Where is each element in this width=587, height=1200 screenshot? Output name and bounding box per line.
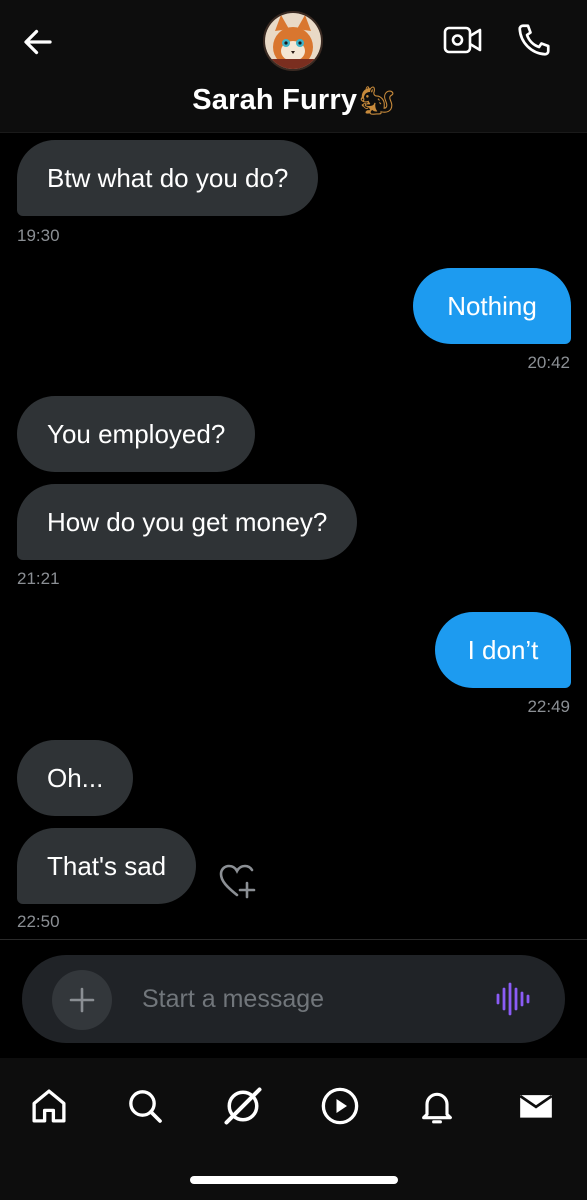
contact-title[interactable]: Sarah Furry 🐿: [0, 80, 587, 120]
arrow-left-icon: [24, 29, 52, 55]
message-bubble-incoming[interactable]: How do you get money?: [17, 484, 358, 560]
message-timestamp: 22:49: [527, 697, 570, 716]
phone-icon: [518, 24, 550, 56]
grok-icon: [224, 1087, 262, 1125]
message-composer: [22, 955, 565, 1043]
tab-messages[interactable]: [508, 1078, 564, 1134]
video-call-button[interactable]: [440, 20, 486, 60]
message-timestamp: 21:21: [17, 569, 60, 588]
search-icon: [129, 1090, 162, 1123]
contact-name: Sarah Furry: [192, 83, 358, 116]
tab-grok[interactable]: [215, 1078, 271, 1134]
message-bubble-incoming[interactable]: Oh...: [17, 740, 134, 816]
message-timestamp: 20:42: [527, 353, 570, 372]
message-input[interactable]: [142, 977, 472, 1021]
tab-search[interactable]: [117, 1078, 173, 1134]
tab-notifications[interactable]: [409, 1078, 465, 1134]
conversation-header: Sarah Furry 🐿: [0, 0, 587, 133]
tab-video[interactable]: [312, 1078, 368, 1134]
video-camera-icon: [443, 26, 482, 54]
attach-button[interactable]: [52, 970, 112, 1030]
message-bubble-incoming[interactable]: You employed?: [17, 396, 256, 472]
chipmunk-emoji: 🐿: [359, 83, 395, 117]
voice-call-button[interactable]: [512, 18, 556, 62]
add-reaction-button[interactable]: [217, 861, 261, 901]
back-button[interactable]: [18, 22, 58, 62]
message-bubble-outgoing[interactable]: Nothing: [413, 268, 571, 344]
plus-icon: [69, 987, 95, 1013]
bell-icon: [422, 1092, 452, 1124]
message-timestamp: 22:50: [17, 912, 60, 931]
composer-divider: [0, 939, 587, 940]
home-icon: [32, 1089, 66, 1123]
voice-message-button[interactable]: [492, 979, 534, 1019]
contact-avatar[interactable]: [263, 11, 323, 71]
voice-waveform-icon: [496, 982, 530, 1016]
message-bubble-outgoing[interactable]: I don’t: [435, 612, 571, 688]
message-bubble-incoming[interactable]: Btw what do you do?: [17, 140, 319, 216]
home-indicator[interactable]: [190, 1176, 398, 1184]
fox-avatar-image: [265, 13, 321, 69]
message-bubble-incoming[interactable]: That's sad: [17, 828, 197, 904]
play-icon: [321, 1087, 359, 1125]
mail-icon: [519, 1094, 553, 1118]
tab-home[interactable]: [21, 1078, 77, 1134]
heart-plus-icon: [219, 864, 256, 899]
message-timestamp: 19:30: [17, 226, 60, 245]
